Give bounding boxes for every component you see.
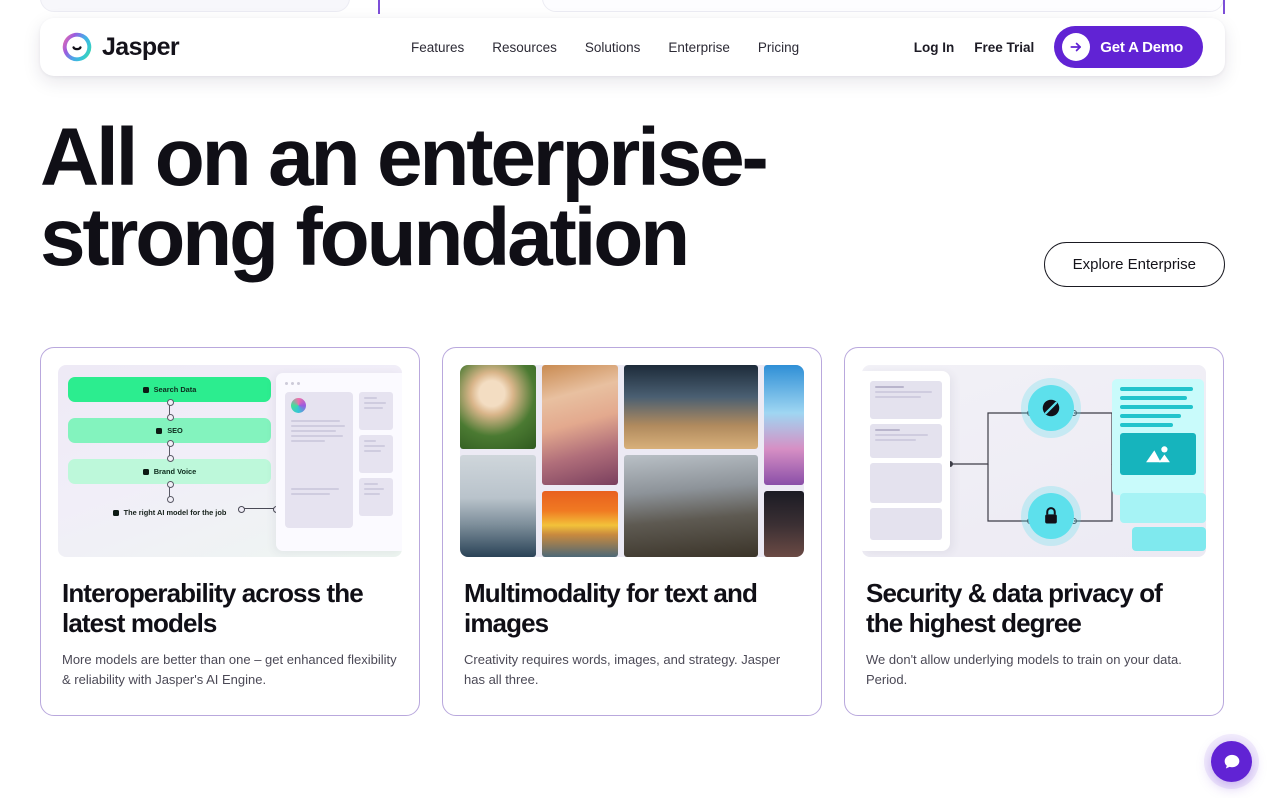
interoperability-illustration: Search Data SEO Brand Voice The right AI…	[58, 365, 402, 557]
pill-dot-icon	[142, 468, 149, 475]
offscreen-divider-left	[378, 0, 380, 14]
lock-node	[1028, 493, 1074, 539]
model-flow-diagram: Search Data SEO Brand Voice The right AI…	[68, 377, 271, 525]
output-document	[1112, 379, 1204, 495]
feature-card-multimodality[interactable]: Multimodality for text and images Creati…	[442, 347, 822, 716]
mosaic-tile-storm	[624, 455, 758, 557]
lock-icon	[1045, 507, 1057, 524]
flow-tail-connector	[238, 506, 280, 513]
nav-item-resources[interactable]: Resources	[492, 40, 557, 55]
card-body: Creativity requires words, images, and s…	[464, 652, 781, 688]
offscreen-card-left	[40, 0, 350, 12]
mosaic-tile-blue	[764, 365, 804, 485]
card-body: We don't allow underlying models to trai…	[866, 652, 1182, 688]
pill-dot-icon	[156, 427, 163, 434]
explore-enterprise-button[interactable]: Explore Enterprise	[1043, 242, 1225, 287]
blocked-node	[1028, 385, 1074, 431]
mosaic-tile-dog	[460, 365, 536, 449]
mosaic-column	[542, 365, 618, 557]
mockup-logo-icon	[291, 398, 306, 413]
output-document-stack-2	[1132, 527, 1206, 551]
mosaic-column	[460, 365, 536, 557]
flow-connector	[167, 440, 174, 462]
flow-pill-label: The right AI model for the job	[123, 508, 227, 517]
login-link[interactable]: Log In	[914, 40, 955, 55]
brand-name: Jasper	[102, 32, 180, 61]
pill-dot-icon	[112, 509, 119, 516]
window-dots-icon	[285, 382, 393, 385]
feature-cards: Search Data SEO Brand Voice The right AI…	[40, 347, 1225, 716]
get-a-demo-label: Get A Demo	[1100, 38, 1183, 56]
chat-launcher-button[interactable]	[1211, 741, 1252, 782]
get-a-demo-button[interactable]: Get A Demo	[1054, 26, 1203, 68]
offscreen-divider-right	[1223, 0, 1225, 14]
hero-section: All on an enterprise-strong foundation E…	[40, 112, 1225, 287]
nav-item-pricing[interactable]: Pricing	[758, 40, 799, 55]
mosaic-tile-portrait	[542, 365, 618, 485]
flow-connector	[167, 399, 174, 421]
flow-pill-label: Search Data	[153, 385, 197, 394]
multimodality-illustration	[460, 365, 804, 557]
chat-bubble-icon	[1224, 754, 1239, 768]
image-placeholder-icon	[1120, 433, 1196, 475]
flow-pill-label: Brand Voice	[153, 467, 197, 476]
main-navigation: Features Resources Solutions Enterprise …	[411, 40, 799, 55]
source-document-mockup	[862, 371, 950, 551]
output-document-stack-1	[1120, 493, 1206, 523]
mosaic-tile-dark	[764, 491, 804, 557]
flow-pill-label: SEO	[167, 426, 183, 435]
jasper-logo-icon	[62, 32, 92, 62]
mosaic-tile-sunset	[542, 491, 618, 557]
app-mockup	[276, 373, 402, 551]
card-title: Multimodality for text and images	[464, 578, 758, 638]
free-trial-link[interactable]: Free Trial	[974, 40, 1034, 55]
feature-card-security[interactable]: Security & data privacy of the highest d…	[844, 347, 1224, 716]
header-actions: Log In Free Trial Get A Demo	[914, 26, 1203, 68]
feature-card-interoperability[interactable]: Search Data SEO Brand Voice The right AI…	[40, 347, 420, 716]
card-title: Security & data privacy of the highest d…	[866, 578, 1163, 638]
arrow-right-icon	[1062, 33, 1091, 61]
site-header: Jasper Features Resources Solutions Ente…	[40, 18, 1225, 76]
nav-item-solutions[interactable]: Solutions	[585, 40, 641, 55]
security-illustration	[862, 365, 1206, 557]
mosaic-column	[764, 365, 804, 557]
flow-connector	[167, 481, 174, 503]
mosaic-tile-silhouettes	[624, 365, 758, 449]
nav-item-enterprise[interactable]: Enterprise	[668, 40, 730, 55]
mockup-main-panel	[285, 392, 353, 528]
card-title: Interoperability across the latest model…	[62, 578, 364, 638]
nav-item-features[interactable]: Features	[411, 40, 464, 55]
mosaic-column	[624, 365, 758, 557]
brand-logo[interactable]: Jasper	[62, 32, 180, 62]
pill-dot-icon	[142, 386, 149, 393]
card-body: More models are better than one – get en…	[62, 652, 397, 688]
mockup-side-panels	[359, 392, 393, 528]
offscreen-card-right	[542, 0, 1224, 12]
mosaic-tile-ship	[460, 455, 536, 557]
blocked-icon	[1042, 399, 1060, 417]
page-title: All on an enterprise-strong foundation	[40, 112, 769, 284]
